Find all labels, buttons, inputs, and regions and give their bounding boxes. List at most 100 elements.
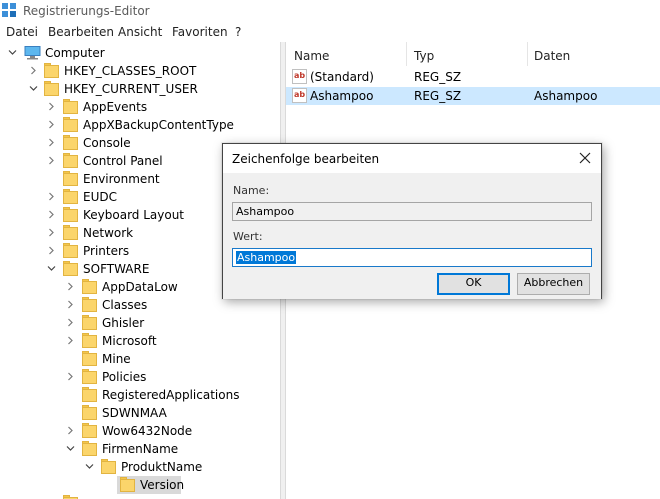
folder-icon xyxy=(82,315,97,330)
tree-label: Policies xyxy=(102,370,147,384)
folder-icon xyxy=(82,351,97,366)
chevron-down-icon[interactable] xyxy=(29,84,38,93)
folder-icon xyxy=(63,189,78,204)
chevron-down-icon[interactable] xyxy=(85,462,94,471)
list-row-standard[interactable]: ab (Standard) REG_SZ xyxy=(286,68,660,86)
menu-favoriten[interactable]: Favoriten xyxy=(172,25,228,39)
chevron-down-icon[interactable] xyxy=(8,48,17,57)
tree-item-hkey-classes-root[interactable]: HKEY_CLASSES_ROOT xyxy=(0,62,280,80)
string-value-icon: ab xyxy=(292,88,307,103)
tree-label: Control Panel xyxy=(83,154,163,168)
folder-icon xyxy=(82,441,97,456)
tree-item-policies[interactable]: Policies xyxy=(0,368,280,386)
tree-label: Environment xyxy=(83,172,160,186)
folder-icon xyxy=(82,423,97,438)
tree-label: FirmenName xyxy=(102,442,179,456)
string-value-icon: ab xyxy=(292,69,307,84)
chevron-down-icon[interactable] xyxy=(47,264,56,273)
tree-label: Mine xyxy=(102,352,131,366)
column-header-type[interactable]: Typ xyxy=(414,49,434,69)
chevron-right-icon[interactable] xyxy=(47,192,56,201)
chevron-right-icon[interactable] xyxy=(47,246,56,255)
tree-item-ghisler[interactable]: Ghisler xyxy=(0,314,280,332)
tree-label: AppXBackupContentType xyxy=(83,118,234,132)
menu-ansicht[interactable]: Ansicht xyxy=(118,25,162,39)
tree-label: Version xyxy=(140,478,185,492)
chevron-down-icon[interactable] xyxy=(66,444,75,453)
tree-label: AppEvents xyxy=(83,100,148,114)
chevron-right-icon[interactable] xyxy=(66,336,75,345)
tree-label: Network xyxy=(83,226,134,240)
tree-label: HKEY_CLASSES_ROOT xyxy=(64,64,197,78)
tree-item-version[interactable]: Version xyxy=(117,476,185,494)
tree-item-appevents[interactable]: AppEvents xyxy=(0,98,280,116)
folder-icon xyxy=(63,153,78,168)
tree-label: Console xyxy=(83,136,131,150)
folder-icon xyxy=(63,117,78,132)
tree-label: Computer xyxy=(45,46,105,60)
chevron-right-icon[interactable] xyxy=(29,66,38,75)
close-icon[interactable] xyxy=(577,150,593,166)
chevron-right-icon[interactable] xyxy=(47,138,56,147)
tree-item-firmenname[interactable]: FirmenName xyxy=(0,440,280,458)
dialog-title-bar[interactable]: Zeichenfolge bearbeiten xyxy=(223,144,601,173)
value-data: Ashampoo xyxy=(534,89,598,103)
chevron-right-icon[interactable] xyxy=(47,102,56,111)
title-bar: Registrierungs-Editor xyxy=(0,0,660,22)
tree-item-wow6432node[interactable]: Wow6432Node xyxy=(0,422,280,440)
chevron-right-icon[interactable] xyxy=(47,228,56,237)
value-input[interactable]: Ashampoo xyxy=(232,248,592,267)
tree-label: Printers xyxy=(83,244,130,258)
name-field: Ashampoo xyxy=(232,202,592,221)
list-row-ashampoo[interactable]: ab Ashampoo REG_SZ Ashampoo xyxy=(286,87,660,105)
value-label: Wert: xyxy=(233,230,263,243)
tree-item-microsoft[interactable]: Microsoft xyxy=(0,332,280,350)
menu-bearbeiten[interactable]: Bearbeiten xyxy=(48,25,114,39)
folder-icon xyxy=(63,171,78,186)
folder-icon xyxy=(63,495,78,499)
folder-icon xyxy=(63,99,78,114)
cancel-button[interactable]: Abbrechen xyxy=(517,273,590,295)
folder-icon xyxy=(82,369,97,384)
tree-item-produktname[interactable]: ProduktName xyxy=(0,458,280,476)
chevron-right-icon[interactable] xyxy=(47,120,56,129)
chevron-right-icon[interactable] xyxy=(47,210,56,219)
ok-button[interactable]: OK xyxy=(437,273,510,295)
edit-string-dialog: Zeichenfolge bearbeiten Name: Ashampoo W… xyxy=(222,143,602,299)
folder-icon xyxy=(82,297,97,312)
folder-icon xyxy=(44,63,59,78)
tree-item-registeredapplications[interactable]: RegisteredApplications xyxy=(0,386,280,404)
tree-label: SOFTWARE xyxy=(83,262,150,276)
chevron-right-icon[interactable] xyxy=(66,426,75,435)
column-header-data[interactable]: Daten xyxy=(534,49,570,69)
tree-item-appxbackupcontenttype[interactable]: AppXBackupContentType xyxy=(0,116,280,134)
value-input-text: Ashampoo xyxy=(236,251,297,264)
chevron-right-icon[interactable] xyxy=(66,282,75,291)
tree-label: HKEY_CURRENT_USER xyxy=(64,82,198,96)
tree-item-computer[interactable]: Computer xyxy=(0,44,280,62)
column-divider[interactable] xyxy=(406,42,407,66)
menu-datei[interactable]: Datei xyxy=(6,25,38,39)
chevron-right-icon[interactable] xyxy=(47,156,56,165)
tree-label: Microsoft xyxy=(102,334,157,348)
value-name: (Standard) xyxy=(310,70,374,84)
tree-item-hkey-current-user[interactable]: HKEY_CURRENT_USER xyxy=(0,80,280,98)
folder-icon xyxy=(82,333,97,348)
tree-item-mine[interactable]: Mine xyxy=(0,350,280,368)
column-divider[interactable] xyxy=(527,42,528,66)
tree-label: Keyboard Layout xyxy=(83,208,185,222)
folder-icon xyxy=(63,225,78,240)
column-header-name[interactable]: Name xyxy=(294,49,329,69)
menu-help[interactable]: ? xyxy=(235,25,241,39)
folder-icon xyxy=(63,261,78,276)
window-title: Registrierungs-Editor xyxy=(23,4,150,18)
chevron-right-icon[interactable] xyxy=(66,372,75,381)
folder-icon xyxy=(82,405,97,420)
name-field-value: Ashampoo xyxy=(236,205,295,218)
value-type: REG_SZ xyxy=(414,70,462,84)
chevron-right-icon[interactable] xyxy=(66,318,75,327)
tree-item-sdwnmaa[interactable]: SDWNMAA xyxy=(0,404,280,422)
registry-editor-icon xyxy=(2,3,16,17)
chevron-right-icon[interactable] xyxy=(66,300,75,309)
tree-label: RegisteredApplications xyxy=(102,388,240,402)
